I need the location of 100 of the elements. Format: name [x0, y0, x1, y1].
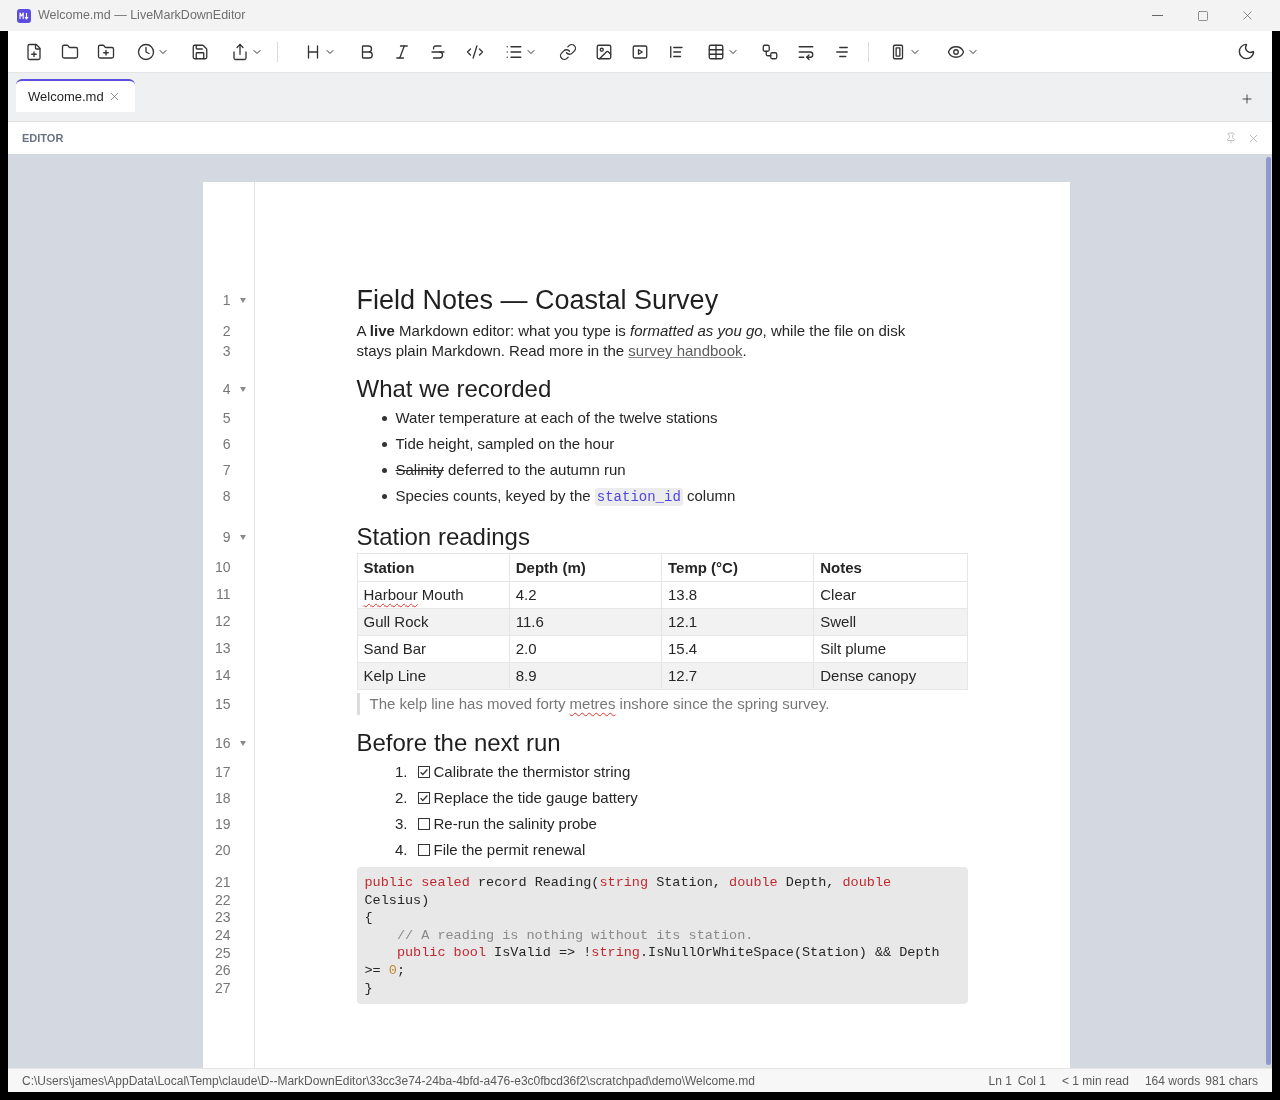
file-plus-icon [25, 42, 43, 61]
list-number: 4. [395, 839, 408, 860]
section-heading: Before the next run [356, 728, 561, 758]
list-number: 1. [395, 761, 408, 782]
line-number: 9 [222, 527, 231, 547]
list-number: 2. [395, 787, 408, 808]
code-line: { [364, 910, 373, 926]
line-number: 14 [214, 666, 231, 685]
minimize-icon [1152, 15, 1163, 16]
strikethrough-icon [429, 42, 447, 61]
code-line: } [364, 980, 373, 996]
scrollbar-thumb[interactable] [1265, 157, 1271, 1065]
line-number: 16 [214, 733, 231, 753]
play-square-icon [631, 42, 649, 61]
line-number: 17 [214, 762, 231, 782]
moon-icon [1236, 42, 1256, 61]
line-number: 20 [214, 840, 231, 860]
folder-plus-icon [97, 42, 115, 61]
document-title: Field Notes — Coastal Survey [356, 284, 719, 317]
table-icon [707, 42, 725, 61]
list-number: 3. [395, 813, 408, 834]
checkbox[interactable] [417, 844, 430, 856]
save-icon [191, 42, 209, 61]
checkbox[interactable] [417, 818, 430, 830]
line-number: 10 [214, 558, 231, 577]
line-number: 15 [214, 694, 231, 714]
cursor-column: Col 1 [1017, 1071, 1046, 1090]
folder-icon [61, 42, 79, 61]
maximize-icon [1196, 9, 1209, 22]
line-number: 6 [222, 434, 231, 454]
list-item: Tide height, sampled on the hour [395, 433, 615, 454]
line-number: 8 [222, 486, 231, 506]
task-item: Re-run the salinity probe [433, 813, 597, 834]
line-number: 24 [214, 926, 231, 946]
line-number: 1 [222, 291, 231, 310]
table-cell: Kelp Line [357, 663, 510, 689]
line-number: 19 [214, 814, 231, 834]
code-line: // A reading is nothing without its station. [396, 927, 754, 943]
line-number: 27 [214, 978, 231, 998]
line-number: 11 [215, 585, 231, 604]
line-number: 13 [214, 639, 231, 658]
line-number: 25 [214, 943, 231, 963]
code-line: >= 0; [364, 962, 406, 978]
image-icon [595, 42, 613, 61]
task-item: File the permit renewal [433, 839, 586, 860]
char-count: 981 chars [1205, 1072, 1258, 1090]
table-cell: 8.9 [509, 663, 662, 689]
bullet-icon [381, 493, 387, 499]
plus-icon [1240, 92, 1254, 106]
list-item: Water temperature at each of the twelve stations [395, 407, 718, 428]
table-cell-text: Clear [819, 585, 858, 605]
line-number: 21 [214, 873, 231, 893]
panel-title: EDITOR [22, 130, 64, 146]
italic-icon [393, 42, 411, 61]
line-number: 12 [214, 612, 231, 631]
list-item: Species counts, keyed by the station_id column [395, 485, 736, 508]
fold-caret-icon[interactable] [239, 740, 246, 746]
section-heading: What we recorded [356, 374, 552, 404]
line-number: 5 [222, 408, 231, 428]
close-tab-icon[interactable] [108, 90, 121, 103]
code-line: public bool IsValid => !string.IsNullOrWhiteSpace(Station) && Depth [396, 945, 940, 961]
code-icon [466, 42, 484, 61]
clock-icon [137, 42, 155, 61]
line-number: 18 [214, 788, 231, 808]
table-cell-text: Silt plume [819, 639, 888, 659]
inline-link[interactable]: survey handbook [628, 342, 743, 359]
fold-caret-icon[interactable] [239, 386, 246, 392]
close-icon [1240, 8, 1255, 23]
paragraph: A live Markdown editor: what you type is formatted as you go, while the file on disk stays plain Markdown. Read more in the survey handbook. [356, 321, 906, 361]
line-number: 4 [222, 379, 231, 399]
section-heading: Station readings [356, 522, 530, 552]
task-item: Calibrate the thermistor string [433, 761, 631, 782]
tab[interactable]: Welcome.md [16, 79, 135, 112]
window-title: Welcome.md — LiveMarkDownEditor [38, 7, 246, 25]
line-number: 22 [214, 890, 231, 910]
fold-caret-icon[interactable] [239, 534, 246, 540]
table-cell-text: Dense canopy [819, 666, 918, 686]
checkbox[interactable] [417, 792, 430, 804]
bullet-icon [381, 467, 387, 473]
line-number: 26 [214, 961, 231, 981]
workflow-icon [761, 42, 779, 61]
task-item: Replace the tide gauge battery [433, 787, 638, 808]
word-count: 164 words [1144, 1072, 1201, 1090]
cursor-line: Ln 1 [988, 1072, 1012, 1090]
file-path: C:\Users\james\AppData\Local\Temp\claude\D--MarkDownEditor\33cc3e74-24ba-4bfd-a476-e3c0fbcd36f2\scratchpad\demo\Welcome.md [22, 1072, 755, 1090]
blockquote: The kelp line has moved forty metres inshore since the spring survey. [356, 693, 830, 715]
table-cell-text: Swell [819, 612, 858, 632]
app-logo-icon [17, 8, 31, 23]
line-number: 2 [222, 321, 231, 341]
link-icon [559, 42, 577, 61]
share-icon [231, 42, 249, 61]
line-number: 7 [222, 460, 231, 480]
table-cell: 12.7 [662, 663, 815, 689]
read-time: < 1 min read [1061, 1072, 1129, 1090]
checkbox[interactable] [417, 766, 430, 778]
fold-caret-icon[interactable] [239, 298, 246, 303]
bullet-icon [381, 415, 387, 421]
code-line: Celsius) [364, 892, 430, 908]
bullet-icon [381, 441, 387, 447]
line-number: 3 [222, 341, 231, 361]
